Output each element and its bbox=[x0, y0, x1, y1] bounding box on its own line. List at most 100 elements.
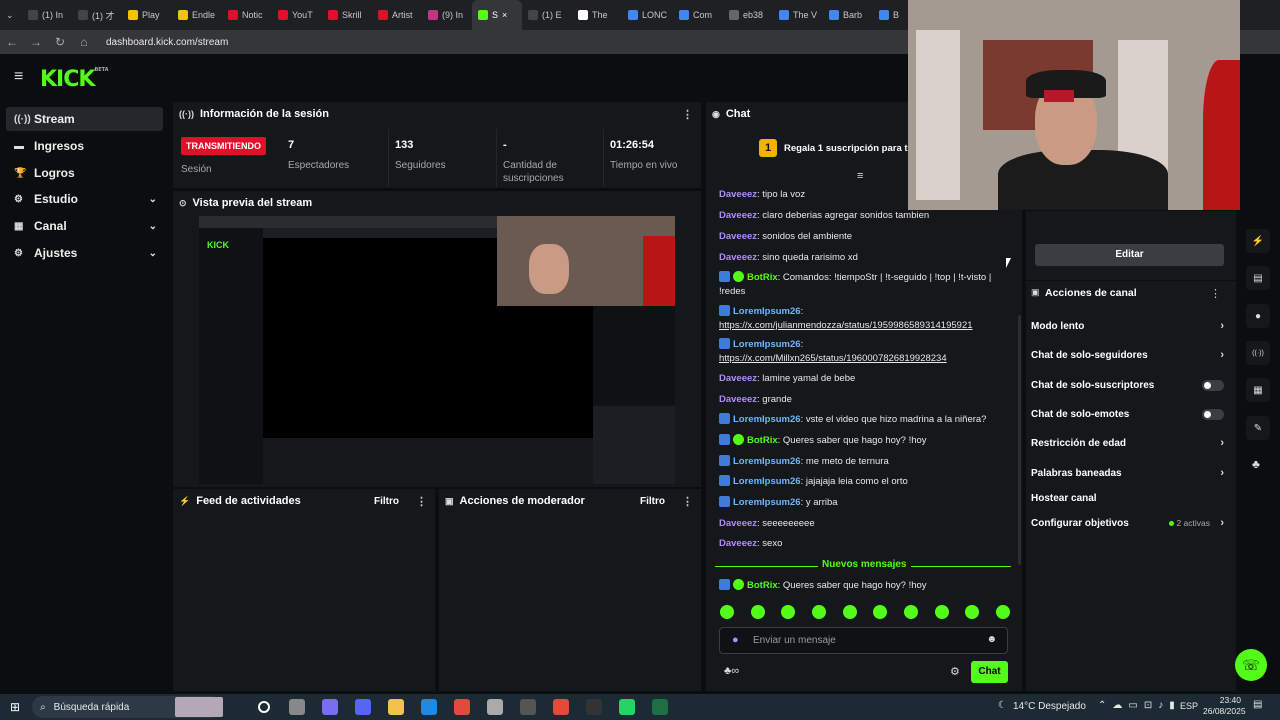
toggle-switch[interactable] bbox=[1202, 379, 1224, 391]
more-icon[interactable]: ⋮ bbox=[682, 108, 693, 121]
chat-username[interactable]: Daveeez bbox=[719, 518, 757, 529]
new-messages-label[interactable]: Nuevos mensajes bbox=[818, 559, 911, 570]
sidebar-item-ingresos[interactable]: ▬ Ingresos bbox=[6, 134, 163, 158]
chrome-icon[interactable] bbox=[454, 699, 471, 715]
channel-action-6[interactable]: Hostear canal bbox=[1031, 490, 1226, 506]
browser-tab[interactable]: The bbox=[572, 0, 622, 30]
sidebar-item-ajustes[interactable]: ⚙ Ajustes ⌄ bbox=[6, 241, 163, 265]
chat-link[interactable]: https://x.com/Millxn265/status/196000782… bbox=[719, 353, 947, 364]
chat-username[interactable]: Daveeez bbox=[719, 231, 757, 242]
browser-tab[interactable]: The V bbox=[773, 0, 823, 30]
toggle-switch[interactable] bbox=[1202, 408, 1224, 420]
channel-action-0[interactable]: Modo lento › bbox=[1031, 318, 1226, 334]
channel-action-2[interactable]: Chat de solo-suscriptores bbox=[1031, 377, 1226, 393]
windows-start-icon[interactable]: ⊞ bbox=[10, 700, 20, 714]
frog-emote-icon[interactable] bbox=[842, 605, 857, 619]
steam-icon[interactable] bbox=[586, 699, 603, 715]
sidebar-item-canal[interactable]: ▦ Canal ⌄ bbox=[6, 214, 163, 238]
chat-username[interactable]: Daveeez bbox=[719, 394, 757, 405]
wrench-icon[interactable]: ✎ bbox=[1246, 416, 1270, 440]
emoji-icon[interactable]: ☻ bbox=[986, 634, 997, 645]
bolt-icon[interactable]: ⚡ bbox=[1246, 229, 1270, 253]
discord-icon[interactable] bbox=[355, 699, 372, 715]
browser-tab[interactable]: Com bbox=[673, 0, 723, 30]
browser-tab[interactable]: (9) In bbox=[422, 0, 472, 30]
gift-sub-text[interactable]: Regala 1 suscripción para tom bbox=[784, 143, 922, 154]
browser-tab[interactable]: LONC bbox=[622, 0, 673, 30]
chat-username[interactable]: LoremIpsum26 bbox=[733, 306, 801, 317]
chat-scrollbar[interactable] bbox=[1018, 315, 1021, 565]
reload-icon[interactable]: ↻ bbox=[48, 35, 72, 49]
chat-username[interactable]: LoremIpsum26 bbox=[733, 414, 801, 425]
browser-tab[interactable]: Play bbox=[122, 0, 172, 30]
browser-tab[interactable]: (1) In bbox=[22, 0, 72, 30]
cat-emote-icon[interactable] bbox=[750, 605, 765, 619]
infinity-icon[interactable]: ♣∞ bbox=[724, 665, 739, 677]
language-indicator[interactable]: ESP bbox=[1180, 701, 1198, 711]
frog-emote-icon[interactable] bbox=[873, 605, 888, 619]
frog-emote-icon[interactable] bbox=[903, 605, 918, 619]
channel-action-5[interactable]: Palabras baneadas › bbox=[1031, 465, 1226, 481]
frog-emote-icon[interactable] bbox=[995, 605, 1010, 619]
back-icon[interactable]: ← bbox=[0, 35, 24, 49]
chat-link[interactable]: https://x.com/julianmendozza/status/1959… bbox=[719, 320, 973, 331]
send-chat-button[interactable]: Chat bbox=[971, 661, 1008, 683]
whatsapp-icon[interactable] bbox=[619, 699, 636, 715]
chat-username[interactable]: Daveeez bbox=[719, 189, 757, 200]
club-icon[interactable]: ♣ bbox=[1252, 457, 1260, 471]
frog-emote-icon[interactable] bbox=[720, 605, 734, 619]
browser-tab[interactable]: Notic bbox=[222, 0, 272, 30]
chat-username[interactable]: LoremIpsum26 bbox=[733, 497, 801, 508]
edit-button[interactable]: Editar bbox=[1035, 244, 1224, 266]
grid-icon[interactable]: ▦ bbox=[1246, 378, 1270, 402]
collapse-icon[interactable]: ≡ bbox=[857, 170, 863, 182]
browser-tab[interactable]: (1) 才 bbox=[72, 0, 122, 30]
edge-icon[interactable] bbox=[421, 699, 438, 715]
chat-username[interactable]: Daveeez bbox=[719, 373, 757, 384]
tray-icons[interactable]: ⌃☁▭⊡♪▮ bbox=[1098, 700, 1181, 711]
face-emote-icon[interactable] bbox=[934, 605, 949, 619]
url-field[interactable]: dashboard.kick.com/stream bbox=[106, 37, 228, 48]
home-icon[interactable]: ⌂ bbox=[72, 35, 96, 49]
kick-logo[interactable]: KICKBETA bbox=[40, 67, 109, 92]
stream-preview-video[interactable]: KICK bbox=[199, 216, 675, 484]
chat-username[interactable]: Daveeez bbox=[719, 210, 757, 221]
channel-action-4[interactable]: Restricción de edad › bbox=[1031, 435, 1226, 451]
gear-icon[interactable]: ⚙ bbox=[950, 665, 960, 678]
more-icon[interactable]: ⋮ bbox=[682, 495, 693, 508]
document-icon[interactable]: ▤ bbox=[1246, 266, 1270, 290]
browser-tab[interactable]: Barb bbox=[823, 0, 873, 30]
chat-emote-icon[interactable] bbox=[811, 605, 826, 619]
chrome-icon[interactable] bbox=[553, 699, 570, 715]
search-circle-icon[interactable] bbox=[258, 701, 271, 713]
broadcast-icon[interactable]: ((·)) bbox=[1246, 341, 1270, 365]
chat-username[interactable]: BotRix bbox=[747, 272, 778, 283]
close-tab-icon[interactable]: × bbox=[502, 10, 507, 20]
browser-tab[interactable]: eb38 bbox=[723, 0, 773, 30]
sidebar-item-estudio[interactable]: ⚙ Estudio ⌄ bbox=[6, 187, 163, 211]
feed-filter-button[interactable]: Filtro bbox=[374, 496, 399, 507]
tab-list-button[interactable]: ⌄ bbox=[0, 0, 22, 30]
globe-emote-icon[interactable] bbox=[781, 605, 796, 619]
forward-icon[interactable]: → bbox=[24, 35, 48, 49]
excel-icon[interactable] bbox=[652, 699, 669, 715]
chat-username[interactable]: LoremIpsum26 bbox=[733, 339, 801, 350]
settings-icon[interactable] bbox=[487, 699, 504, 715]
browser-tab[interactable]: Endle bbox=[172, 0, 222, 30]
folder-icon[interactable] bbox=[388, 699, 405, 715]
sidebar-item-logros[interactable]: 🏆 Logros bbox=[6, 161, 163, 185]
chat-username[interactable]: LoremIpsum26 bbox=[733, 456, 801, 467]
channel-action-3[interactable]: Chat de solo-emotes bbox=[1031, 406, 1226, 422]
chat-username[interactable]: Daveeez bbox=[719, 538, 757, 549]
chat-input[interactable]: ● Enviar un mensaje ☻ bbox=[719, 627, 1008, 654]
weather-text[interactable]: 14°C Despejado bbox=[1013, 701, 1086, 712]
calculator-icon[interactable] bbox=[520, 699, 537, 715]
channel-action-1[interactable]: Chat de solo-seguidores › bbox=[1031, 347, 1226, 363]
more-icon[interactable]: ⋮ bbox=[416, 495, 427, 508]
clock[interactable]: 23:40 26/08/2025 bbox=[1203, 695, 1246, 717]
frog-emote-icon[interactable] bbox=[965, 605, 980, 619]
browser-tab[interactable]: (1) E bbox=[522, 0, 572, 30]
menu-icon[interactable]: ≡ bbox=[14, 69, 28, 85]
sidebar-item-stream[interactable]: ((·)) Stream bbox=[6, 107, 163, 131]
chat-username[interactable]: LoremIpsum26 bbox=[733, 476, 801, 487]
